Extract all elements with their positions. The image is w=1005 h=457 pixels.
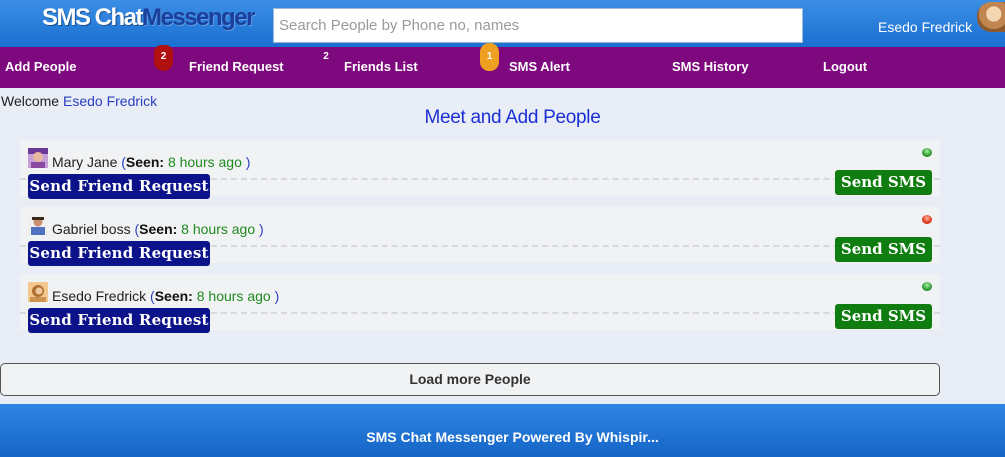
person-info: Esedo Fredrick (Seen: 8 hours ago )	[52, 288, 280, 304]
online-status-icon	[922, 148, 932, 157]
person-info: Mary Jane (Seen: 8 hours ago )	[52, 154, 251, 170]
person-card: Esedo Fredrick (Seen: 8 hours ago ) Send…	[20, 274, 940, 333]
user-avatar[interactable]	[977, 2, 1005, 32]
send-friend-request-button[interactable]: Send Friend Request	[28, 308, 210, 333]
app-logo[interactable]: SMS ChatMessenger	[42, 4, 255, 32]
person-name[interactable]: Gabriel boss	[52, 221, 131, 237]
nav-sms-history[interactable]: SMS History	[672, 59, 749, 74]
nav-friend-request[interactable]: Friend Request	[189, 59, 284, 74]
footer: SMS Chat Messenger Powered By Whispir...	[0, 404, 1005, 457]
seen-label: Seen:	[154, 288, 193, 304]
person-avatar[interactable]	[28, 148, 48, 168]
send-sms-button[interactable]: Send SMS	[835, 304, 932, 329]
footer-text: SMS Chat Messenger Powered By Whispir...	[366, 429, 659, 445]
send-friend-request-button[interactable]: Send Friend Request	[28, 241, 210, 266]
person-avatar[interactable]	[28, 282, 48, 302]
person-card: Gabriel boss (Seen: 8 hours ago ) Send F…	[20, 207, 940, 266]
load-more-button[interactable]: Load more People	[0, 363, 940, 396]
nav-logout[interactable]: Logout	[823, 59, 867, 74]
page-title: Meet and Add People	[424, 107, 601, 128]
seen-time: 8 hours ago	[196, 288, 271, 304]
header-user-name[interactable]: Esedo Fredrick	[878, 19, 972, 35]
logo-part-2: Messenger	[142, 4, 255, 31]
friend-request-badge: 2	[154, 45, 173, 71]
person-name[interactable]: Mary Jane	[52, 154, 117, 170]
logo-part-1: SMS Chat	[42, 4, 144, 31]
top-header: SMS ChatMessenger Esedo Fredrick	[0, 0, 1005, 47]
offline-status-icon	[922, 215, 932, 224]
search-input[interactable]	[273, 8, 803, 43]
seen-label: Seen:	[125, 154, 165, 170]
nav-add-people[interactable]: Add People	[5, 59, 77, 74]
send-sms-button[interactable]: Send SMS	[835, 170, 932, 195]
seen-label: Seen:	[139, 221, 178, 237]
send-sms-button[interactable]: Send SMS	[835, 237, 932, 262]
person-name[interactable]: Esedo Fredrick	[52, 288, 146, 304]
main-nav: Add People Friend Request Friends List S…	[0, 47, 1005, 88]
nav-sms-alert[interactable]: SMS Alert	[509, 59, 570, 74]
person-info: Gabriel boss (Seen: 8 hours ago )	[52, 221, 264, 237]
online-status-icon	[922, 282, 932, 291]
seen-time: 8 hours ago	[167, 154, 242, 170]
nav-friends-list[interactable]: Friends List	[344, 59, 418, 74]
seen-time: 8 hours ago	[181, 221, 256, 237]
person-avatar[interactable]	[28, 215, 48, 235]
sms-alert-badge: 1	[480, 43, 499, 71]
send-friend-request-button[interactable]: Send Friend Request	[28, 174, 210, 199]
friends-list-badge: 2	[318, 48, 334, 66]
person-card: Mary Jane (Seen: 8 hours ago ) Send Frie…	[20, 140, 940, 199]
